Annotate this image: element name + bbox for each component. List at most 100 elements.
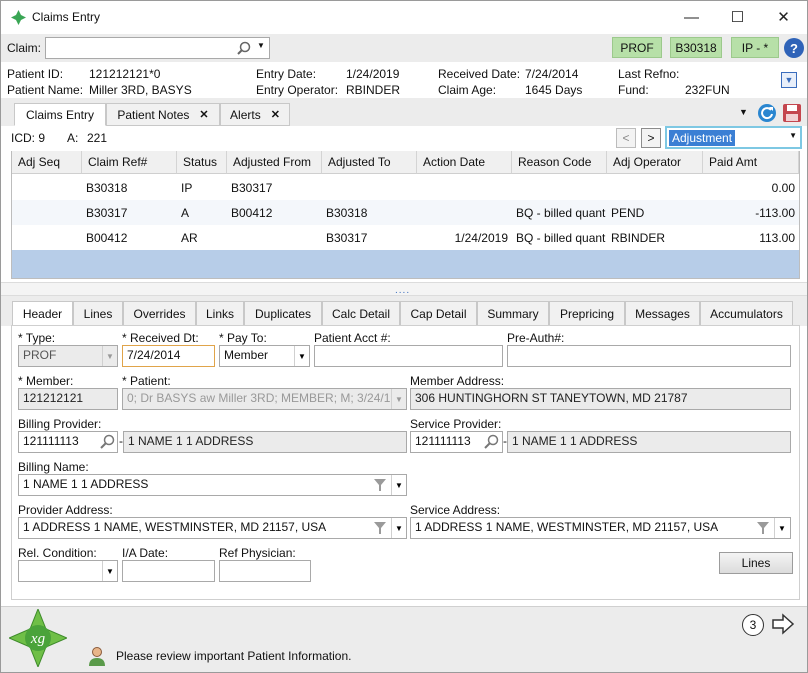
tab-summary[interactable]: Summary [477, 301, 549, 326]
grid-cell-adj-operator: RBINDER [611, 231, 666, 245]
next-button[interactable]: > [641, 128, 661, 148]
claim-bar: Claim: ▼ PROF B30318 IP - * ? [1, 34, 807, 62]
search-icon[interactable] [100, 434, 115, 449]
chevron-down-icon: ▼ [102, 346, 117, 366]
grid-header-status[interactable]: Status [177, 151, 227, 174]
grid-cell-reason-code: BQ - billed quant [516, 206, 606, 220]
chevron-down-icon[interactable]: ▼ [391, 518, 406, 538]
tab-prepricing[interactable]: Prepricing [549, 301, 625, 326]
tab-patient-notes-label: Patient Notes [117, 107, 190, 122]
grid-cell-status: IP [181, 181, 193, 195]
ia-date-input[interactable] [122, 560, 215, 582]
chevron-down-icon: ▼ [391, 389, 406, 409]
close-tab-icon[interactable]: ✕ [199, 108, 208, 121]
pane-splitter[interactable]: .... [1, 282, 807, 296]
adjustment-select[interactable]: Adjustment ▼ [665, 126, 802, 149]
close-button[interactable]: ✕ [761, 1, 806, 33]
filter-icon[interactable] [373, 478, 387, 492]
grid-cell-adjusted-to: B30317 [326, 231, 368, 245]
grid-selection-band[interactable] [12, 250, 799, 278]
maximize-button[interactable]: ☐ [715, 1, 760, 33]
chevron-right-icon: > [647, 131, 655, 145]
billing-provider-name: 1 NAME 1 1 ADDRESS [123, 431, 407, 453]
grid-header-action-date[interactable]: Action Date [417, 151, 512, 174]
chevron-left-icon: < [622, 131, 630, 145]
tab-alerts[interactable]: Alerts ✕ [220, 103, 290, 126]
app-logo-icon [11, 10, 26, 25]
claim-type-badge: PROF [612, 37, 662, 58]
billing-name-select[interactable]: 1 NAME 1 1 ADDRESS [18, 474, 407, 496]
tab-calc-detail[interactable]: Calc Detail [322, 301, 400, 326]
tab-duplicates[interactable]: Duplicates [244, 301, 322, 326]
refresh-icon[interactable] [757, 103, 777, 123]
chevron-down-icon[interactable]: ▼ [774, 518, 789, 538]
grid-cell-paid-amt: 0.00 [771, 181, 795, 195]
grid-cell-status: AR [181, 231, 198, 245]
member-label: * Member: [18, 374, 74, 388]
entry-operator-label: Entry Operator: [256, 83, 339, 97]
grid-header-adj-operator[interactable]: Adj Operator [607, 151, 703, 174]
claim-ref-badge: B30318 [670, 37, 722, 58]
help-icon[interactable]: ? [784, 38, 804, 58]
tab-claims-entry-label: Claims Entry [25, 107, 94, 122]
grid-cell-adj-operator [607, 175, 703, 200]
tab-lines[interactable]: Lines [73, 301, 123, 326]
tab-list-dropdown-icon[interactable]: ▼ [739, 107, 748, 117]
tab-accumulators-label: Accumulators [710, 306, 783, 321]
filter-icon[interactable] [373, 521, 387, 535]
member-input[interactable]: 121212121 [18, 388, 118, 410]
tab-overrides[interactable]: Overrides [123, 301, 196, 326]
grid-cell-paid-amt: -113.00 [755, 206, 795, 220]
claim-age-value: 1645 Days [525, 83, 583, 97]
save-icon[interactable] [782, 103, 802, 123]
patient-select[interactable]: 0; Dr BASYS aw Miller 3RD; MEMBER; M; 3/… [122, 388, 407, 410]
grid-header-reason-code[interactable]: Reason Code [512, 151, 607, 174]
tab-header[interactable]: Header [12, 301, 73, 326]
icd-a-value: 221 [87, 131, 108, 145]
provider-address-select[interactable]: 1 ADDRESS 1 NAME, WESTMINSTER, MD 21157,… [18, 517, 407, 539]
grid-cell-action-date [417, 200, 512, 225]
patient-name-label: Patient Name: [7, 83, 84, 97]
tab-claims-entry[interactable]: Claims Entry [14, 103, 106, 126]
service-address-select[interactable]: 1 ADDRESS 1 NAME, WESTMINSTER, MD 21157,… [410, 517, 791, 539]
tab-alerts-label: Alerts [230, 107, 261, 122]
received-dt-input[interactable]: 7/24/2014 [122, 345, 215, 367]
tab-messages[interactable]: Messages [625, 301, 700, 326]
arrow-right-icon[interactable] [771, 613, 795, 635]
billing-provider-label: Billing Provider: [18, 417, 102, 431]
claim-dropdown-icon[interactable]: ▼ [257, 41, 265, 50]
filter-icon[interactable] [756, 521, 770, 535]
search-icon[interactable] [484, 434, 499, 449]
lines-button[interactable]: Lines [719, 552, 793, 574]
grid-cell-adj-operator: PEND [611, 206, 645, 220]
grid-header-claim-ref[interactable]: Claim Ref# [82, 151, 177, 174]
pre-auth-input[interactable] [507, 345, 791, 367]
icd-a-label: A: [67, 131, 79, 145]
previous-button[interactable]: < [616, 128, 636, 148]
grid-cell-adjusted-to [322, 175, 417, 200]
grid-header-adjusted-to[interactable]: Adjusted To [322, 151, 417, 174]
rel-condition-label: Rel. Condition: [18, 546, 97, 560]
patient-acct-label: Patient Acct #: [314, 331, 391, 345]
grid-header-adjusted-from[interactable]: Adjusted From [227, 151, 322, 174]
minimize-button[interactable]: — [669, 1, 714, 33]
tab-patient-notes[interactable]: Patient Notes ✕ [106, 103, 220, 126]
tab-duplicates-label: Duplicates [254, 306, 312, 321]
tab-links[interactable]: Links [196, 301, 244, 326]
patient-acct-input[interactable] [314, 345, 503, 367]
chevron-down-icon[interactable]: ▼ [391, 475, 406, 495]
chevron-down-icon: ▼ [102, 561, 117, 581]
received-date-value: 7/24/2014 [525, 67, 579, 81]
ref-physician-input[interactable] [219, 560, 311, 582]
tab-cap-detail[interactable]: Cap Detail [400, 301, 477, 326]
close-tab-icon[interactable]: ✕ [271, 108, 280, 121]
grid-header-adj-seq[interactable]: Adj Seq [12, 151, 82, 174]
notification-count-badge[interactable]: 3 [742, 614, 764, 636]
expand-panel-icon[interactable]: ▼ [781, 72, 797, 88]
grid-cell-reason-code: BQ - billed quant [516, 231, 606, 245]
grid-header-paid-amt[interactable]: Paid Amt [703, 151, 799, 174]
patient-id-label: Patient ID: [7, 67, 64, 81]
search-icon[interactable] [237, 41, 251, 55]
tab-accumulators[interactable]: Accumulators [700, 301, 793, 326]
tab-prepricing-label: Prepricing [559, 306, 615, 321]
